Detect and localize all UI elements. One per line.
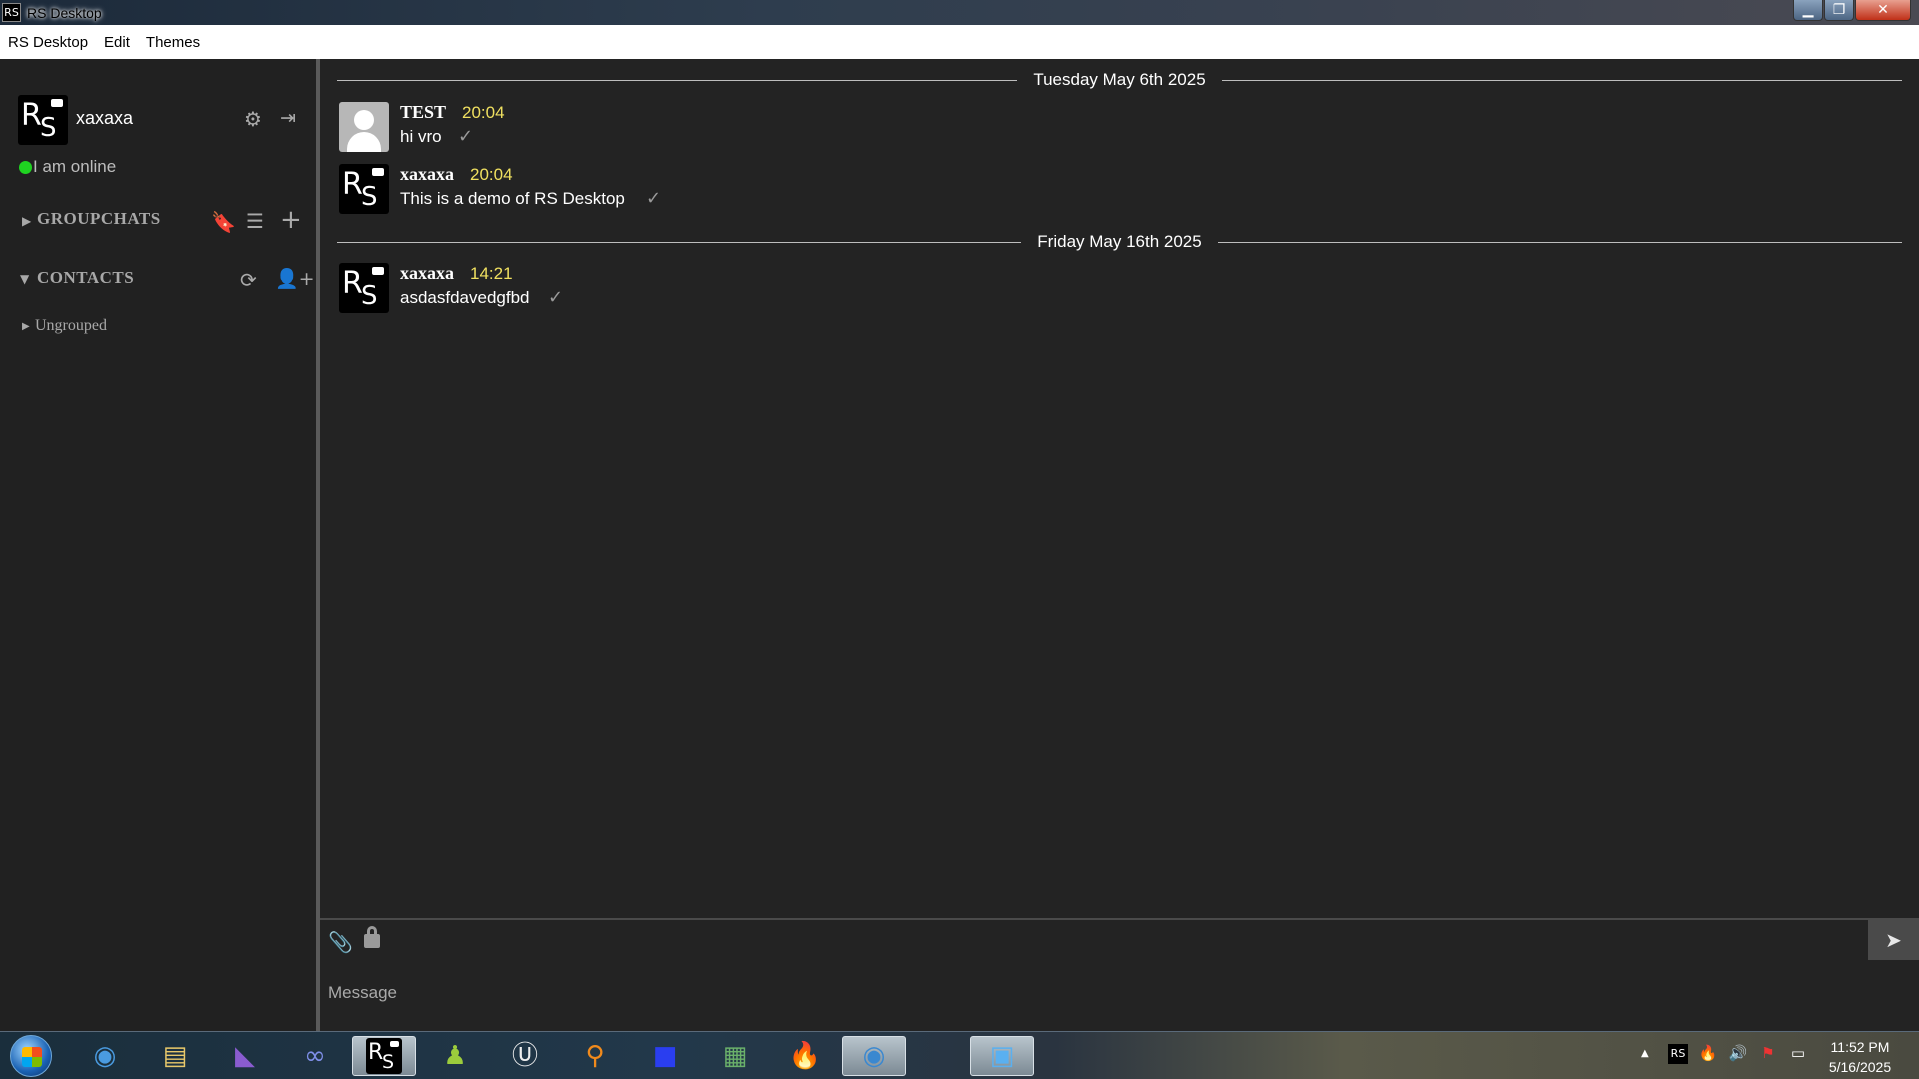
volume-icon[interactable]: 🔊 bbox=[1728, 1044, 1748, 1064]
checkmark-icon: ✓ bbox=[548, 287, 564, 308]
lock-encryption-icon[interactable] bbox=[364, 926, 380, 948]
terminal-icon[interactable]: ▦ bbox=[706, 1036, 764, 1076]
message-time: 14:21 bbox=[470, 264, 513, 283]
list-icon[interactable]: ☰ bbox=[246, 209, 264, 233]
message-sender: TEST bbox=[400, 102, 447, 122]
message-time: 20:04 bbox=[462, 103, 505, 122]
menu-edit[interactable]: Edit bbox=[104, 34, 130, 51]
contact-group-ungrouped[interactable]: Ungrouped bbox=[35, 317, 107, 335]
search-app-icon[interactable]: ⚲ bbox=[566, 1036, 624, 1076]
fire-app-icon[interactable]: 🔥 bbox=[776, 1036, 834, 1076]
profile-avatar[interactable]: R S bbox=[18, 95, 68, 145]
rs-user-avatar[interactable]: R S bbox=[339, 164, 389, 214]
settings-gear-icon[interactable]: ⚙ bbox=[244, 107, 262, 131]
infinity-app-icon[interactable]: ∞ bbox=[286, 1036, 344, 1076]
message-sender: xaxaxa bbox=[400, 164, 454, 184]
caret-right-icon[interactable]: ▶ bbox=[22, 214, 31, 228]
message-input[interactable] bbox=[320, 968, 1860, 1018]
message-composer: 📎 ➤ bbox=[320, 918, 1919, 1031]
chrome-icon-2[interactable]: ◉ bbox=[842, 1036, 906, 1076]
visual-studio-icon[interactable]: ◣ bbox=[216, 1036, 274, 1076]
message-text: This is a demo of RS Desktop bbox=[400, 189, 625, 208]
ble-app-icon[interactable]: Ⓤ bbox=[496, 1036, 554, 1076]
groupchats-header[interactable]: GROUPCHATS bbox=[37, 209, 161, 229]
logout-icon[interactable]: ⇥ bbox=[280, 107, 296, 129]
clock-date[interactable]: 5/16/2025 bbox=[1820, 1059, 1900, 1075]
maximize-button[interactable]: ❐ bbox=[1824, 0, 1854, 21]
caret-down-icon[interactable]: ▼ bbox=[20, 272, 29, 286]
message-text: hi vro bbox=[400, 127, 442, 146]
paperclip-attach-icon[interactable]: 📎 bbox=[328, 930, 353, 954]
send-button[interactable]: ➤ bbox=[1868, 920, 1919, 960]
file-explorer-icon[interactable]: ▤ bbox=[146, 1036, 204, 1076]
default-user-avatar[interactable] bbox=[339, 102, 389, 152]
date-separator: Friday May 16th 2025 bbox=[337, 231, 1903, 253]
contacts-header[interactable]: CONTACTS bbox=[37, 268, 134, 288]
network-icon[interactable]: ▭ bbox=[1788, 1044, 1808, 1064]
rs-user-avatar[interactable]: R S bbox=[339, 263, 389, 313]
date-label: Friday May 16th 2025 bbox=[1037, 232, 1202, 251]
menu-bar: RS Desktop Edit Themes bbox=[0, 25, 1919, 59]
minimize-button[interactable]: ▁ bbox=[1793, 0, 1823, 21]
date-label: Tuesday May 6th 2025 bbox=[1033, 70, 1206, 89]
refresh-icon[interactable]: ⟳ bbox=[240, 268, 257, 292]
menu-rs-desktop[interactable]: RS Desktop bbox=[8, 34, 88, 51]
date-separator: Tuesday May 6th 2025 bbox=[337, 69, 1902, 91]
caret-right-icon[interactable]: ▶ bbox=[22, 321, 30, 332]
app-icon-blue[interactable]: ■ bbox=[636, 1036, 694, 1076]
bookmark-icon[interactable]: 🔖 bbox=[211, 210, 236, 234]
window-titlebar: RS RS Desktop bbox=[0, 0, 1919, 25]
profile-name: xaxaxa bbox=[76, 108, 134, 128]
online-status-dot bbox=[19, 161, 32, 174]
chrome-icon[interactable]: ◉ bbox=[76, 1036, 134, 1076]
add-groupchat-plus-icon[interactable]: + bbox=[280, 205, 302, 235]
window-title: RS Desktop bbox=[27, 4, 102, 21]
rs-app-icon: RS bbox=[2, 3, 21, 22]
action-center-flag-icon[interactable]: ⚑ bbox=[1758, 1044, 1778, 1064]
rs-desktop-icon[interactable]: R S bbox=[352, 1036, 416, 1076]
menu-themes[interactable]: Themes bbox=[146, 34, 200, 51]
sidebar bbox=[0, 59, 316, 1031]
tray-rs-icon[interactable]: RS bbox=[1668, 1044, 1688, 1064]
windows-logo-icon bbox=[22, 1047, 42, 1067]
start-button[interactable] bbox=[10, 1035, 52, 1077]
remote-desktop-icon[interactable]: ▣ bbox=[970, 1036, 1034, 1076]
message-text: asdasfdavedgfbd bbox=[400, 288, 530, 307]
checkmark-icon: ✓ bbox=[646, 188, 662, 209]
add-contact-icon[interactable]: 👤+ bbox=[275, 267, 315, 290]
windows-taskbar: ◉ ▤ ◣ ∞ R S ♟ Ⓤ ⚲ ■ ▦ 🔥 ◉ ▣ ▲ RS 🔥 🔊 ⚑ ▭… bbox=[0, 1031, 1919, 1079]
close-button[interactable]: ✕ bbox=[1855, 0, 1911, 21]
status-text[interactable]: I am online bbox=[33, 157, 116, 177]
checkmark-icon: ✓ bbox=[458, 126, 474, 147]
message-sender: xaxaxa bbox=[400, 263, 454, 283]
clock-time[interactable]: 11:52 PM bbox=[1820, 1039, 1900, 1055]
tray-fire-icon[interactable]: 🔥 bbox=[1698, 1044, 1718, 1064]
chat-history-panel[interactable] bbox=[320, 59, 1919, 919]
message-time: 20:04 bbox=[470, 165, 513, 184]
tray-expand-arrow-icon[interactable]: ▲ bbox=[1641, 1048, 1649, 1059]
user-app-icon[interactable]: ♟ bbox=[426, 1036, 484, 1076]
